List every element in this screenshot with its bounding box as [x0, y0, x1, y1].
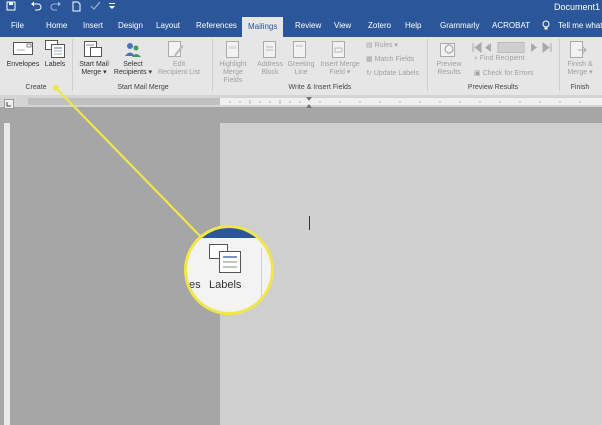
callout-line: [53, 85, 201, 237]
magnified-envelopes-fragment: es: [189, 279, 201, 291]
magnifier-tab-strip: [187, 228, 271, 238]
magnified-group-divider: [261, 248, 262, 308]
magnified-labels-text: Labels: [209, 279, 242, 291]
magnified-labels-icon: [209, 244, 241, 279]
magnifier-callout: es Labels: [184, 225, 274, 315]
